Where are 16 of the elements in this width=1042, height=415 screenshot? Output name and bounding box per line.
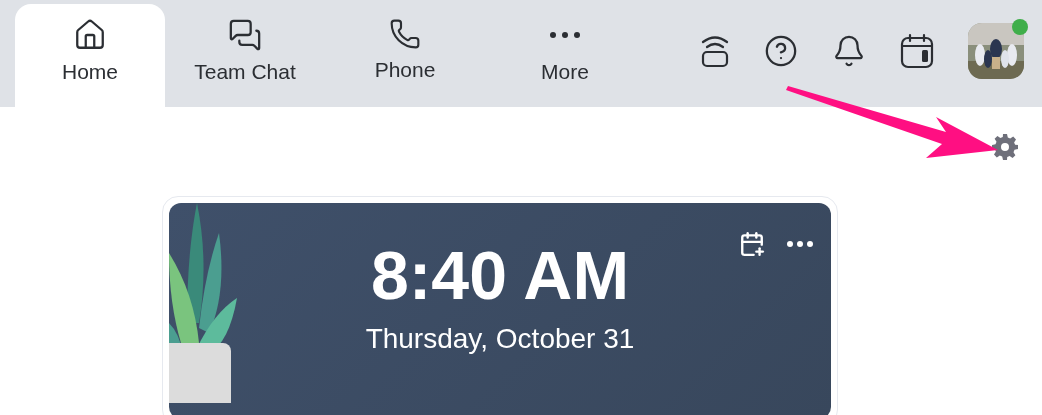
help-icon[interactable] bbox=[764, 33, 798, 68]
settings-icon[interactable] bbox=[992, 134, 1018, 160]
nav-tab[interactable]: Team Chat bbox=[165, 4, 325, 107]
clock-date: Thursday, October 31 bbox=[365, 323, 635, 355]
phone-icon bbox=[389, 18, 421, 50]
clock-time: 8:40 AM bbox=[370, 241, 630, 309]
calendar-plus-icon[interactable] bbox=[739, 231, 765, 257]
nav-tab[interactable]: Home bbox=[15, 4, 165, 107]
calendar-icon[interactable] bbox=[900, 32, 934, 69]
home-icon bbox=[73, 18, 107, 52]
notification-bell-icon[interactable] bbox=[832, 33, 866, 68]
nav-tab[interactable]: More bbox=[485, 4, 645, 107]
more-icon[interactable] bbox=[787, 241, 813, 247]
chat-bubbles-icon bbox=[228, 18, 262, 52]
nav-tab[interactable]: Phone bbox=[325, 4, 485, 107]
more-icon bbox=[550, 32, 580, 38]
